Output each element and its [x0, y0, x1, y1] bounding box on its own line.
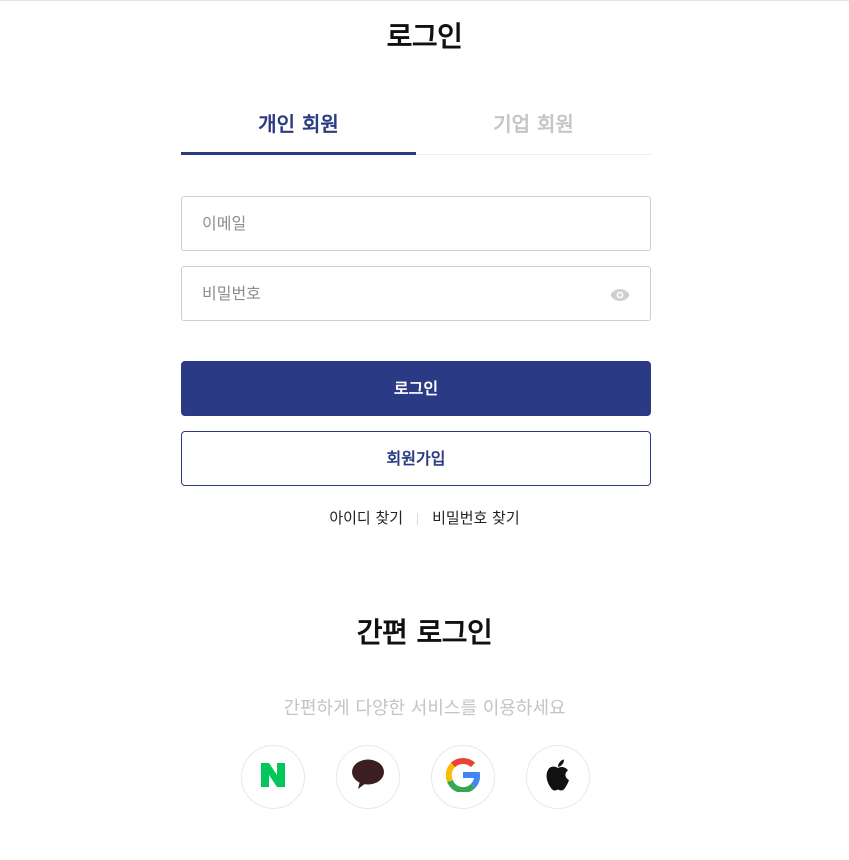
member-type-tabs: 개인 회원 기업 회원: [181, 101, 651, 155]
page-title: 로그인: [386, 20, 463, 53]
easy-login-title: 간편 로그인: [356, 616, 493, 649]
kakao-login-button[interactable]: [336, 745, 400, 809]
find-id-link[interactable]: 아이디 찾기: [329, 509, 403, 527]
tab-personal-member[interactable]: 개인 회원: [181, 101, 416, 155]
easy-login-subtitle: 간편하게 다양한 서비스를 이용하세요: [283, 698, 566, 719]
apple-icon: [543, 758, 573, 796]
eye-icon[interactable]: [610, 287, 630, 301]
find-password-link[interactable]: 비밀번호 찾기: [432, 509, 520, 527]
tab-business-member[interactable]: 기업 회원: [416, 101, 651, 155]
email-field: [181, 196, 651, 251]
link-divider: [417, 512, 419, 525]
google-login-button[interactable]: [431, 745, 495, 809]
password-field: [181, 266, 651, 321]
email-input[interactable]: [202, 197, 602, 250]
apple-login-button[interactable]: [526, 745, 590, 809]
login-button[interactable]: 로그인: [181, 361, 651, 416]
naver-login-button[interactable]: [241, 745, 305, 809]
active-tab-indicator: [181, 152, 416, 155]
naver-icon: [260, 762, 286, 792]
account-recovery-links: 아이디 찾기 비밀번호 찾기: [0, 507, 849, 528]
login-page: 로그인 개인 회원 기업 회원 로그인 회원가입 아이디 찾기 비밀번호 찾기 간…: [0, 0, 849, 860]
signup-button[interactable]: 회원가입: [181, 431, 651, 486]
password-input[interactable]: [202, 267, 602, 320]
google-icon: [445, 758, 480, 796]
kakao-icon: [351, 759, 385, 795]
